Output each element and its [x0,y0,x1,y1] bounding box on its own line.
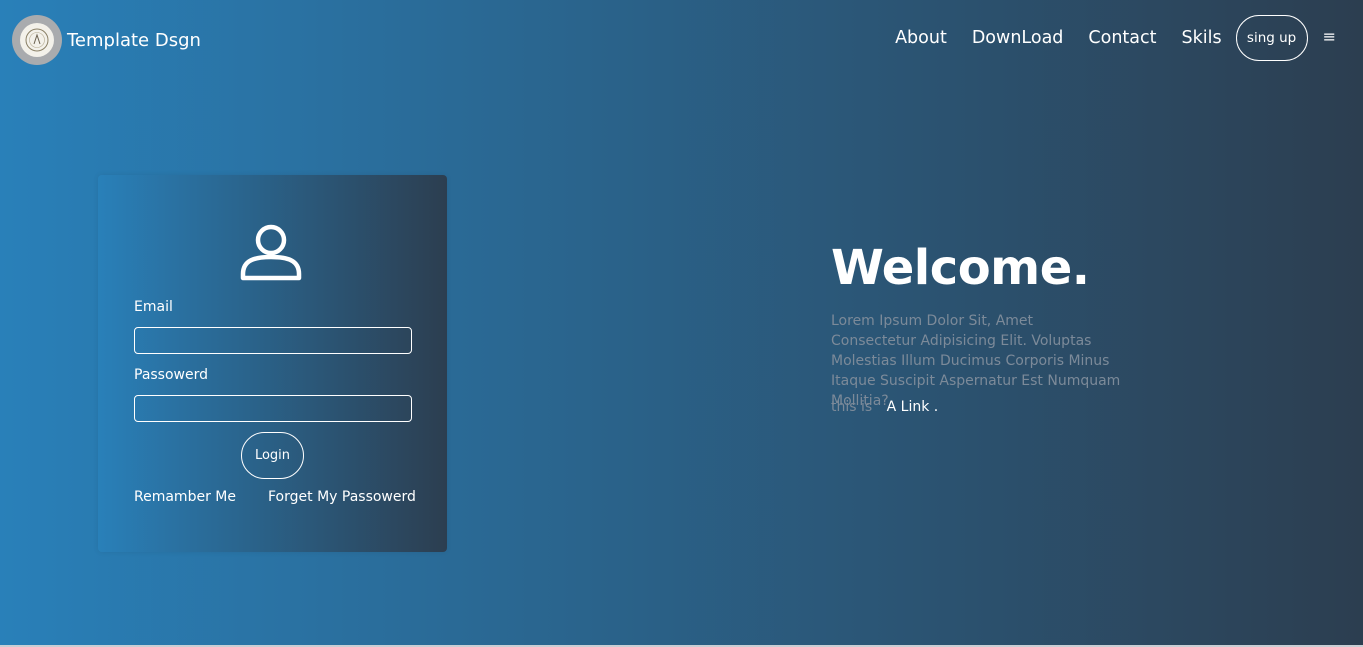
remember-me-link[interactable]: Remamber Me [134,489,236,505]
welcome-title: Welcome. [831,240,1090,296]
logo-seal [20,23,54,57]
brand-name[interactable]: Template Dsgn [67,30,201,51]
nav-link-contact[interactable]: Contact [1088,28,1156,48]
welcome-link-line: this is A Link . [831,399,938,415]
signup-button[interactable]: sing up [1235,15,1308,61]
link-prefix: this is [831,399,873,415]
password-field[interactable] [134,395,412,422]
password-label: Passowerd [134,367,209,383]
top-nav: About DownLoad Contact Skils sing up ≡ [895,15,1363,61]
email-field[interactable] [134,327,412,354]
welcome-link[interactable]: A Link . [887,399,939,415]
brand[interactable]: Template Dsgn [12,15,201,65]
forget-password-link[interactable]: Forget My Passowerd [268,489,416,505]
welcome-text: Lorem Ipsum Dolor Sit, Amet Consectetur … [831,313,1121,409]
nav-link-about[interactable]: About [895,28,947,48]
login-card: Email Passowerd Login Remamber Me Forget… [98,175,447,552]
seal-icon [25,28,49,52]
nav-link-download[interactable]: DownLoad [972,28,1064,48]
login-button[interactable]: Login [241,432,304,479]
nav-link-skills[interactable]: Skils [1182,28,1222,48]
user-icon [240,224,302,281]
email-label: Email [134,299,173,315]
logo-icon[interactable] [12,15,62,65]
hamburger-menu-icon[interactable]: ≡ [1323,27,1336,46]
